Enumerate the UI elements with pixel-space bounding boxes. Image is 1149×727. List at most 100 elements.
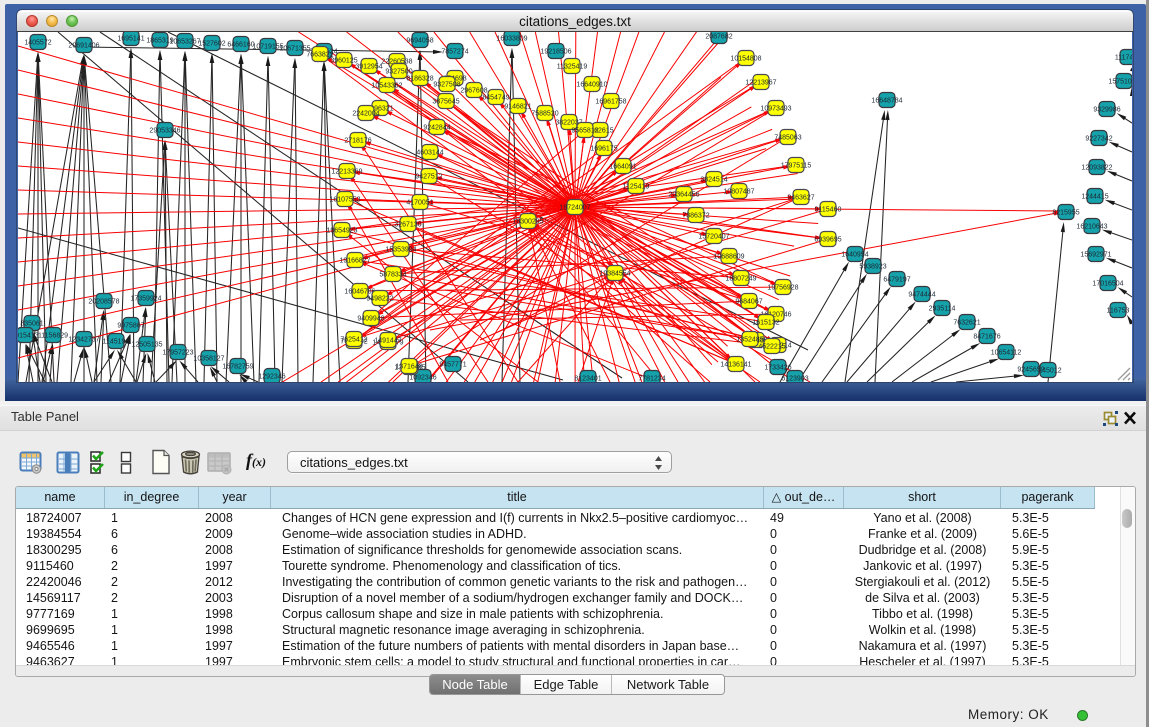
- svg-text:4522215: 4522215: [758, 343, 785, 350]
- svg-text:1527602: 1527602: [198, 40, 225, 47]
- svg-text:2242004: 2242004: [352, 110, 379, 117]
- svg-text:6466160: 6466160: [227, 41, 254, 48]
- svg-text:10807487: 10807487: [723, 188, 754, 195]
- svg-text:2967608: 2967608: [460, 87, 487, 94]
- svg-text:7485063: 7485063: [774, 134, 801, 141]
- svg-text:17359924: 17359924: [130, 295, 161, 302]
- svg-text:8471676: 8471676: [973, 333, 1000, 340]
- svg-text:835061: 835061: [20, 320, 43, 327]
- svg-text:15720407: 15720407: [698, 233, 729, 240]
- svg-text:14136141: 14136141: [720, 361, 751, 368]
- svg-text:7588520: 7588520: [531, 110, 558, 117]
- svg-text:15751074: 15751074: [1108, 78, 1132, 85]
- svg-text:16033809: 16033809: [496, 35, 527, 42]
- svg-text:7625412: 7625412: [340, 336, 367, 343]
- svg-text:9694058: 9694058: [406, 37, 433, 44]
- svg-text:12093822: 12093822: [1081, 164, 1112, 171]
- svg-text:12342737: 12342737: [68, 336, 99, 343]
- svg-text:1125419: 1125419: [623, 183, 650, 190]
- svg-text:12213369: 12213369: [331, 168, 362, 175]
- svg-text:8215955: 8215955: [1052, 209, 1079, 216]
- svg-text:15353994: 15353994: [385, 246, 416, 253]
- svg-text:12505135: 12505135: [131, 341, 162, 348]
- svg-text:1145194: 1145194: [103, 338, 130, 345]
- svg-text:5878334: 5878334: [379, 271, 406, 278]
- svg-text:10653267: 10653267: [169, 38, 200, 45]
- svg-text:17016504: 17016504: [1092, 280, 1123, 287]
- svg-text:9684067: 9684067: [735, 298, 762, 305]
- svg-text:19166827: 19166827: [339, 257, 370, 264]
- svg-text:2935114: 2935114: [929, 305, 956, 312]
- svg-text:2718176: 2718176: [344, 137, 371, 144]
- svg-text:1733426: 1733426: [764, 364, 791, 371]
- svg-text:16210643: 16210643: [1076, 223, 1107, 230]
- svg-text:9463627: 9463627: [787, 194, 814, 201]
- svg-text:3960125: 3960125: [330, 57, 357, 64]
- svg-text:6123903: 6123903: [781, 375, 808, 382]
- svg-text:7857274: 7857274: [441, 48, 468, 55]
- svg-text:9242844: 9242844: [423, 124, 450, 131]
- svg-text:19218506: 19218506: [540, 48, 571, 55]
- svg-text:1092346: 1092346: [409, 374, 436, 381]
- svg-text:3267130: 3267130: [394, 221, 421, 228]
- svg-text:4603144: 4603144: [416, 149, 443, 156]
- svg-text:18724007: 18724007: [559, 204, 590, 211]
- svg-text:10973493: 10973493: [760, 105, 791, 112]
- svg-text:10358127: 10358127: [193, 355, 224, 362]
- svg-text:1371648: 1371648: [395, 363, 422, 370]
- svg-text:18300295: 18300295: [512, 218, 543, 225]
- svg-text:16961758: 16961758: [595, 98, 626, 105]
- svg-text:6479197: 6479197: [883, 276, 910, 283]
- svg-text:1244415: 1244415: [1081, 193, 1108, 200]
- svg-text:1405572: 1405572: [24, 39, 51, 46]
- svg-text:11156829: 11156829: [38, 332, 68, 339]
- svg-text:9498222: 9498222: [366, 295, 393, 302]
- svg-text:9329986: 9329986: [1093, 106, 1120, 113]
- svg-text:9327500: 9327500: [385, 68, 412, 75]
- svg-text:7386372: 7386372: [682, 212, 709, 219]
- svg-text:1664091: 1664091: [609, 163, 636, 170]
- svg-text:19756928: 19756928: [767, 284, 798, 291]
- svg-text:4170051: 4170051: [406, 199, 433, 206]
- svg-text:9457771: 9457771: [439, 361, 466, 368]
- svg-text:16648784: 16648784: [871, 97, 902, 104]
- svg-text:10654112: 10654112: [991, 349, 1022, 356]
- svg-text:7632621: 7632621: [953, 319, 980, 326]
- svg-text:15692971: 15692971: [1080, 251, 1111, 258]
- svg-text:10688609: 10688609: [713, 253, 744, 260]
- svg-text:29053346: 29053346: [149, 127, 180, 134]
- svg-text:17957223: 17957223: [162, 349, 193, 356]
- svg-text:6939695: 6939695: [814, 236, 841, 243]
- svg-text:9565812: 9565812: [571, 127, 598, 134]
- svg-text:2087682: 2087682: [705, 33, 732, 40]
- svg-text:9227342: 9227342: [1085, 135, 1112, 142]
- svg-text:1292346: 1292346: [258, 373, 285, 380]
- svg-text:9245652: 9245652: [1017, 366, 1044, 373]
- svg-text:1352485: 1352485: [736, 336, 763, 343]
- svg-text:16782759: 16782759: [222, 363, 253, 370]
- svg-text:19654923: 19654923: [326, 227, 357, 234]
- svg-text:3912954: 3912954: [355, 63, 382, 70]
- svg-text:18807249: 18807249: [725, 275, 756, 282]
- svg-text:1695141: 1695141: [117, 35, 144, 42]
- svg-text:9474444: 9474444: [908, 291, 935, 298]
- svg-text:3915413: 3915413: [18, 332, 39, 339]
- svg-text:16640910: 16640910: [576, 81, 607, 88]
- svg-text:9115460: 9115460: [815, 206, 842, 213]
- svg-text:8454749: 8454749: [482, 94, 509, 101]
- svg-text:8186328: 8186328: [406, 75, 433, 82]
- svg-text:1117406: 1117406: [1115, 54, 1132, 61]
- svg-text:20691406: 20691406: [68, 42, 99, 49]
- svg-text:7781234: 7781234: [638, 375, 665, 382]
- svg-text:9427512: 9427512: [415, 173, 442, 180]
- svg-text:5938923: 5938923: [859, 263, 886, 270]
- svg-text:9327508: 9327508: [433, 81, 460, 88]
- svg-text:11325419: 11325419: [557, 63, 588, 70]
- svg-text:12213967: 12213967: [745, 79, 776, 86]
- svg-text:17975115: 17975115: [781, 162, 812, 169]
- svg-text:3875645: 3875645: [432, 98, 459, 105]
- svg-text:9975867: 9975867: [117, 322, 144, 329]
- svg-text:1491447: 1491447: [374, 337, 401, 344]
- svg-text:1696175: 1696175: [590, 145, 617, 152]
- svg-text:1640954: 1640954: [841, 251, 868, 258]
